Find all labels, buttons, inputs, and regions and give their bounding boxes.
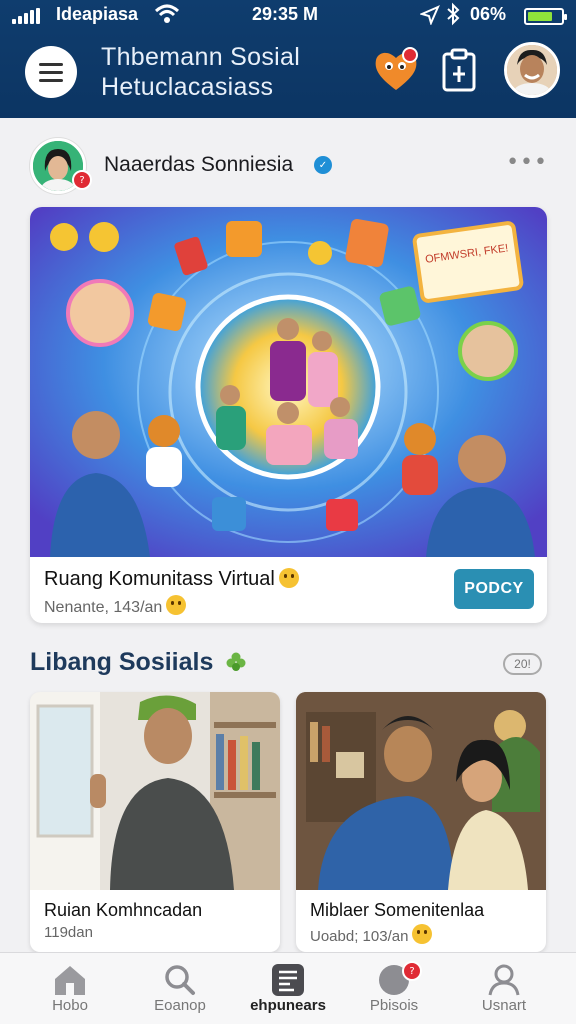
- battery-percent: 06%: [470, 4, 507, 24]
- notification-badge: ?: [402, 961, 422, 981]
- user-icon: [488, 964, 520, 996]
- card-meta: 119dan: [44, 924, 93, 941]
- nav-label: ehpunears: [250, 997, 326, 1014]
- bottom-navigation: Hobo Eoanop ehpunears ? Pbisois Usnart: [0, 952, 576, 1024]
- nav-notifications[interactable]: ? Pbisois: [344, 953, 444, 1024]
- more-options-icon[interactable]: •••: [506, 150, 548, 175]
- nav-groups[interactable]: ehpunears: [238, 953, 338, 1024]
- menu-button[interactable]: [25, 46, 77, 98]
- menu-icon: [39, 62, 63, 66]
- card-meta: Uoabd; 103/an: [310, 924, 433, 945]
- section-title: Libang Sosiials: [30, 648, 214, 676]
- nav-label: Eoanop: [154, 997, 206, 1014]
- card-image: [296, 692, 546, 890]
- post-meta: Nenante, 143/an: [44, 595, 187, 617]
- clock: 29:35 M: [252, 4, 319, 24]
- nav-home[interactable]: Hobo: [20, 953, 120, 1024]
- post-image[interactable]: OFMWSRI, FKE!: [30, 207, 547, 557]
- heart-icon[interactable]: [372, 46, 420, 94]
- community-card[interactable]: Ruian Komhncadan 119dan: [30, 692, 280, 952]
- smile-emoji-icon: [278, 568, 299, 588]
- clover-icon: [226, 652, 246, 671]
- app-title: Thbemann Sosial Hetuclacasiass: [101, 42, 300, 102]
- nav-profile[interactable]: Usnart: [454, 953, 554, 1024]
- post-action-button[interactable]: PODCY: [454, 569, 534, 609]
- app-title-line2: Hetuclacasiass: [101, 73, 274, 101]
- clipboard-icon[interactable]: [440, 48, 478, 92]
- search-icon: [165, 965, 195, 995]
- card-title[interactable]: Miblaer Somenitenlaa: [310, 900, 484, 921]
- section-count-badge[interactable]: 20!: [503, 653, 542, 675]
- status-bar: Ideapiasa 29:35 M 06%: [0, 0, 576, 32]
- nav-search[interactable]: Eoanop: [130, 953, 230, 1024]
- post-card[interactable]: OFMWSRI, FKE! Ruang Komunitass Virtual N…: [30, 207, 547, 623]
- author-badge: ?: [72, 170, 92, 190]
- bluetooth-icon: [446, 2, 460, 31]
- wifi-icon: [154, 3, 180, 30]
- carrier-name: Ideapiasa: [56, 4, 139, 24]
- smile-emoji-icon: [166, 595, 187, 615]
- community-card[interactable]: Miblaer Somenitenlaa Uoabd; 103/an: [296, 692, 546, 952]
- card-title[interactable]: Ruian Komhncadan: [44, 900, 202, 921]
- signal-icon: [12, 8, 40, 24]
- top-app-bar: Ideapiasa 29:35 M 06% Thbemann Sosial He…: [0, 0, 576, 118]
- verified-icon: ✓: [314, 156, 332, 174]
- grid-icon: [272, 964, 304, 996]
- nav-label: Usnart: [481, 997, 527, 1014]
- app-title-line1: Thbemann Sosial: [101, 43, 301, 71]
- nav-label: Hobo: [52, 997, 88, 1014]
- profile-avatar[interactable]: [504, 42, 560, 98]
- battery-icon: [524, 8, 567, 25]
- author-name[interactable]: Naaerdas Sonniesia: [104, 153, 293, 177]
- card-image: [30, 692, 280, 890]
- location-icon: [419, 5, 440, 30]
- post-author-row: ? Naaerdas Sonniesia ✓ •••: [30, 138, 550, 194]
- nav-label: Pbisois: [369, 997, 419, 1014]
- smile-emoji-icon: [412, 924, 433, 944]
- post-title[interactable]: Ruang Komunitass Virtual: [44, 568, 299, 591]
- home-icon: [55, 966, 85, 995]
